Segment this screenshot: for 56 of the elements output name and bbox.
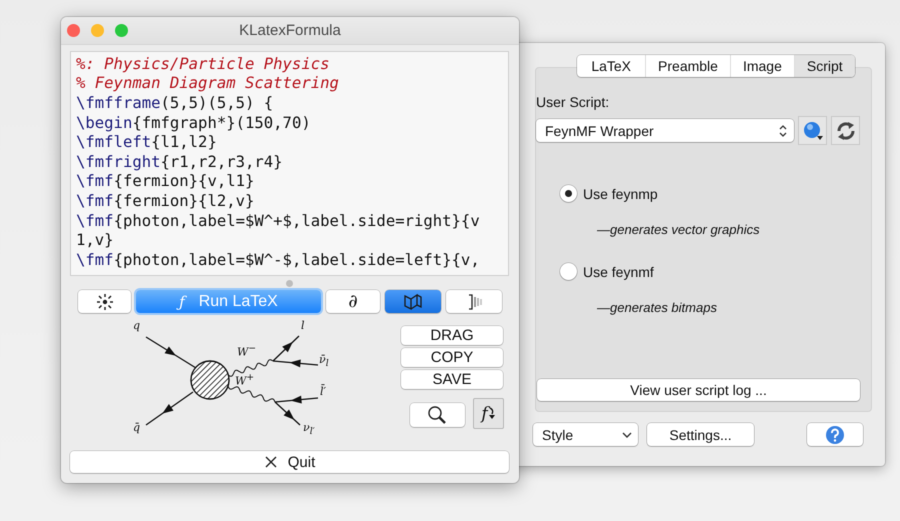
- radio-label[interactable]: Use feynmp: [583, 186, 658, 202]
- code-line: % Feynman Diagram Scattering: [76, 74, 339, 94]
- refresh-icon: [834, 120, 857, 142]
- code-line: \fmf{photon,label=$W^-$,label.side=left}{v,: [76, 250, 480, 270]
- code-line: \fmfleft{l1,l2}: [76, 133, 217, 153]
- close-icon[interactable]: [67, 24, 80, 37]
- symbol-button[interactable]: ∂: [326, 290, 380, 314]
- code-line: \begin{fmfgraph*}(150,70): [76, 114, 311, 134]
- radio-label[interactable]: Use feynmf: [583, 264, 654, 280]
- book-icon: [402, 292, 424, 311]
- formula-menu-button[interactable]: f: [474, 399, 503, 428]
- script-info-button[interactable]: [798, 116, 828, 145]
- code-line: \fmfright{r1,r2,r3,r4}: [76, 152, 283, 172]
- splitter-handle[interactable]: [286, 280, 293, 287]
- window-title: KLatexFormula: [239, 22, 341, 39]
- diagram-label: W$^{+}$: [235, 371, 254, 388]
- diagram-label: W$^{−}$: [237, 342, 256, 359]
- radio-button[interactable]: [560, 263, 577, 280]
- diagram-label: ν$_{l′}$: [303, 421, 315, 438]
- diagram-label: q: [133, 319, 140, 332]
- diagram-label: ν̄$_{l}$: [319, 353, 329, 370]
- diagram-label: q̄: [133, 421, 140, 434]
- info-globe-icon: [802, 120, 824, 142]
- view-log-button[interactable]: View user script log ...: [537, 379, 860, 401]
- close-icon: [264, 455, 278, 470]
- reload-button[interactable]: [831, 116, 860, 145]
- code-line: %: Physics/Particle Physics: [76, 54, 330, 74]
- action-button[interactable]: COPY: [401, 348, 503, 368]
- tab[interactable]: Script: [794, 55, 855, 77]
- quit-button[interactable]: Quit: [70, 451, 509, 473]
- user-script-select[interactable]: FeynMF Wrapper: [536, 119, 794, 142]
- code-line: \fmf{photon,label=$W^+$,label.side=right}{v: [76, 212, 480, 232]
- diagram-label: l: [301, 319, 305, 332]
- help-button[interactable]: [807, 423, 863, 446]
- code-line: \fmf{fermion}{v,l1}: [76, 172, 254, 192]
- style-select[interactable]: Style: [533, 423, 638, 446]
- option-description: —generates vector graphics: [597, 222, 760, 237]
- toolbar-button[interactable]: [78, 290, 131, 314]
- code-line: 1,v}: [76, 231, 114, 251]
- radio-button[interactable]: [560, 185, 577, 202]
- code-line: \fmfframe(5,5)(5,5) {: [76, 94, 274, 114]
- action-button[interactable]: SAVE: [401, 370, 503, 390]
- help-icon: [825, 424, 845, 444]
- action-button[interactable]: DRAG: [401, 326, 503, 346]
- settings-button[interactable]: Settings...: [647, 423, 754, 446]
- magnifier-icon: [426, 405, 448, 426]
- option-description: —generates bitmaps: [597, 300, 717, 315]
- code-editor[interactable]: [70, 50, 509, 276]
- tab[interactable]: LaTeX: [577, 55, 646, 77]
- magnifier-button[interactable]: [410, 403, 465, 428]
- toolbar-button[interactable]: [385, 290, 441, 314]
- code-line: \fmf{fermion}{l2,v}: [76, 192, 254, 212]
- updown-chevron-icon: [779, 124, 788, 138]
- diagram-label: l̄′: [320, 385, 326, 398]
- chevron-down-icon: [622, 430, 632, 438]
- user-script-label: User Script:: [536, 94, 610, 110]
